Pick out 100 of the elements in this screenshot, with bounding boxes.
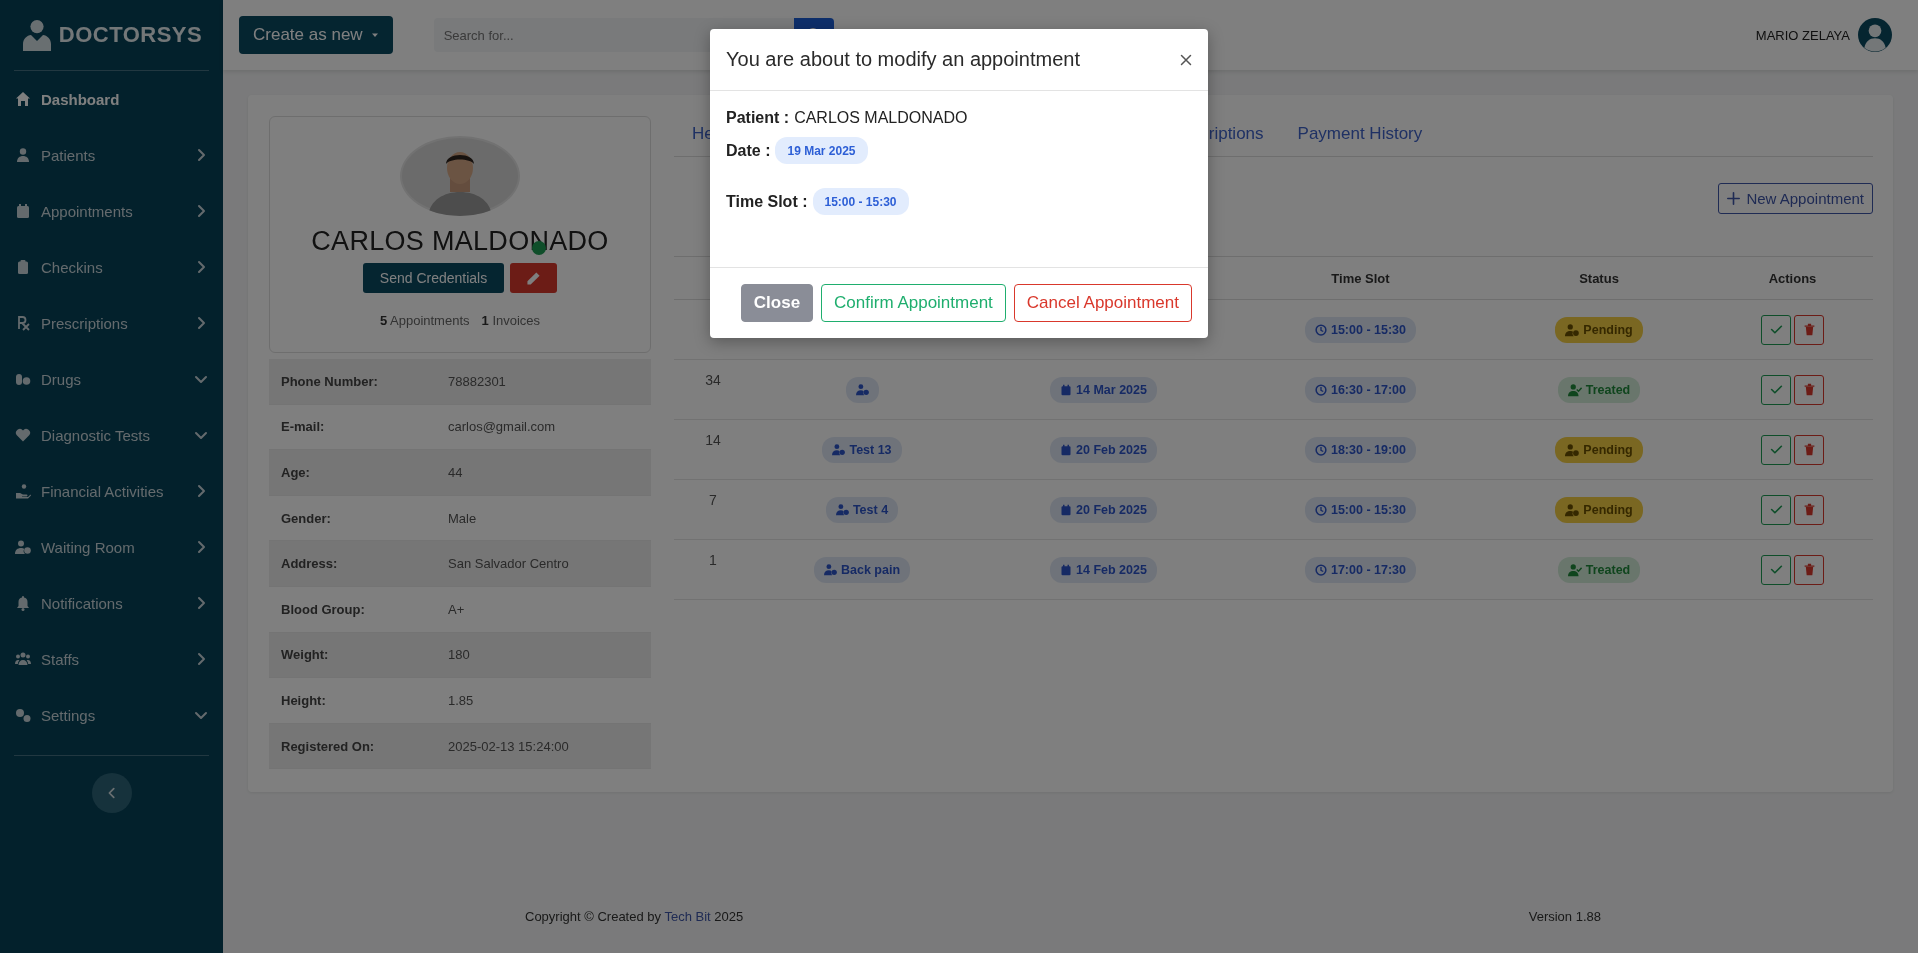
trash-icon bbox=[1802, 323, 1816, 336]
pills-icon bbox=[15, 371, 31, 387]
patient-name: CARLOS MALDONADO bbox=[794, 109, 968, 127]
table-cell: 14 bbox=[705, 432, 721, 448]
delete-button[interactable] bbox=[1794, 554, 1824, 585]
link[interactable]: Tech Bit bbox=[664, 909, 711, 924]
trash-icon bbox=[1802, 503, 1816, 516]
detail-label: Phone Number: bbox=[281, 373, 379, 389]
sidebar-item[interactable]: Dashboard bbox=[0, 71, 223, 127]
sidebar-item[interactable]: Appointments bbox=[0, 183, 223, 239]
table-cell: 7 bbox=[709, 492, 717, 508]
home-icon bbox=[15, 91, 31, 107]
check-icon bbox=[1769, 383, 1783, 396]
detail-label: Blood Group: bbox=[281, 601, 366, 617]
bell-icon bbox=[15, 595, 31, 611]
trash-icon bbox=[1802, 383, 1816, 396]
tab[interactable]: riptions bbox=[1208, 124, 1264, 156]
trash-icon bbox=[1802, 443, 1816, 456]
tab[interactable]: Payment History bbox=[1297, 124, 1423, 156]
date-text: 14 Feb 2025 bbox=[1076, 562, 1147, 577]
sidebar-item[interactable]: Patients bbox=[0, 127, 223, 183]
detail-value: Male bbox=[448, 510, 477, 526]
check-icon bbox=[1769, 323, 1783, 336]
column-header: Time Slot bbox=[1330, 269, 1391, 288]
status-text: Pending bbox=[1583, 322, 1633, 337]
pencil-icon bbox=[526, 270, 542, 286]
caret-down-icon bbox=[370, 31, 379, 39]
stat-count: 5 bbox=[379, 313, 388, 328]
detail-value: 44 bbox=[448, 465, 463, 480]
detail-label: E-mail: bbox=[281, 419, 326, 435]
user-clock-icon bbox=[855, 383, 869, 396]
clock-icon bbox=[1314, 443, 1327, 456]
trash-icon bbox=[1802, 563, 1816, 576]
delete-button[interactable] bbox=[1794, 494, 1824, 525]
date-label: Date : bbox=[726, 141, 771, 160]
date-text: 14 Mar 2025 bbox=[1076, 382, 1147, 397]
detail-label: Height: bbox=[281, 692, 327, 708]
patient-name: CARLOS MALDONADO bbox=[311, 226, 609, 256]
confirm-button[interactable] bbox=[1761, 494, 1791, 525]
edit-button[interactable] bbox=[510, 263, 558, 293]
user-name: MARIO ZELAYA bbox=[1755, 27, 1850, 43]
detail-label: Registered On: bbox=[281, 738, 376, 754]
clock-icon bbox=[1314, 563, 1327, 576]
sidebar-item[interactable]: Notifications bbox=[0, 575, 223, 631]
table-cell: 1 bbox=[709, 552, 717, 568]
table-cell: 34 bbox=[705, 372, 721, 388]
gears-icon bbox=[15, 707, 31, 723]
delete-button[interactable] bbox=[1794, 314, 1824, 345]
sidebar-item[interactable]: Financial Activities bbox=[0, 463, 223, 519]
appointment-date: 19 Mar 2025 bbox=[775, 137, 868, 164]
sidebar-item[interactable]: Diagnostic Tests bbox=[0, 407, 223, 463]
time-slot-label: Time Slot : bbox=[726, 192, 808, 211]
patient-label: Patient : bbox=[726, 109, 790, 127]
create-button[interactable]: Create as new bbox=[239, 16, 393, 54]
stat-count: 1 bbox=[481, 313, 489, 328]
appointment-time-slot: 15:00 - 15:30 bbox=[812, 188, 909, 215]
confirm-button[interactable] bbox=[1761, 374, 1791, 405]
check-icon bbox=[1769, 503, 1783, 516]
detail-value: 180 bbox=[448, 647, 470, 663]
status-text: Treated bbox=[1585, 382, 1631, 397]
reason-text: Test 4 bbox=[852, 502, 889, 517]
delete-button[interactable] bbox=[1794, 374, 1824, 405]
user-check-icon bbox=[1567, 562, 1582, 577]
confirm-button[interactable] bbox=[1761, 314, 1791, 345]
sidebar-item[interactable]: Settings bbox=[0, 687, 223, 743]
date-text: 20 Feb 2025 bbox=[1076, 502, 1147, 517]
column-header: Status bbox=[1578, 269, 1620, 288]
doctor-logo-icon bbox=[20, 18, 53, 52]
calendar-icon bbox=[1060, 443, 1073, 456]
detail-label: Age: bbox=[281, 465, 311, 480]
detail-value: A+ bbox=[448, 601, 465, 617]
user-clock-icon bbox=[823, 563, 837, 576]
detail-label: Address: bbox=[281, 556, 339, 572]
confirm-appointment-button[interactable]: Confirm Appointment bbox=[821, 284, 1006, 322]
heart-icon bbox=[15, 427, 31, 443]
sidebar-item[interactable]: Waiting Room bbox=[0, 519, 223, 575]
new-appointment-button[interactable]: New Appointment bbox=[1718, 183, 1873, 214]
stat-label: Appointments bbox=[390, 313, 470, 328]
prescription-icon bbox=[15, 315, 31, 331]
close-icon[interactable] bbox=[1180, 53, 1192, 66]
time-text: 18:30 - 19:00 bbox=[1330, 442, 1407, 457]
sidebar-item[interactable]: Checkins bbox=[0, 239, 223, 295]
confirm-button[interactable] bbox=[1761, 434, 1791, 465]
confirm-button[interactable] bbox=[1761, 554, 1791, 585]
check-icon bbox=[1769, 563, 1783, 576]
delete-button[interactable] bbox=[1794, 434, 1824, 465]
time-text: 15:00 - 15:30 bbox=[1330, 502, 1407, 517]
close-button[interactable]: Close bbox=[740, 284, 814, 322]
detail-value: 2025-02-13 15:24:00 bbox=[448, 738, 569, 754]
send-credentials-button[interactable]: Send Credentials bbox=[362, 263, 505, 293]
sidebar-item[interactable]: Prescriptions bbox=[0, 295, 223, 351]
sidebar-item[interactable]: Staffs bbox=[0, 631, 223, 687]
stat-label: Invoices bbox=[492, 313, 541, 328]
time-text: 16:30 - 17:00 bbox=[1330, 382, 1407, 397]
cancel-appointment-button[interactable]: Cancel Appointment bbox=[1013, 284, 1192, 322]
user-clock-icon bbox=[1565, 442, 1580, 457]
sidebar-item[interactable]: Drugs bbox=[0, 351, 223, 407]
detail-value: carlos@gmail.com bbox=[448, 419, 556, 435]
user-check-icon bbox=[1567, 382, 1582, 397]
detail-value: San Salvador Centro bbox=[448, 556, 569, 572]
